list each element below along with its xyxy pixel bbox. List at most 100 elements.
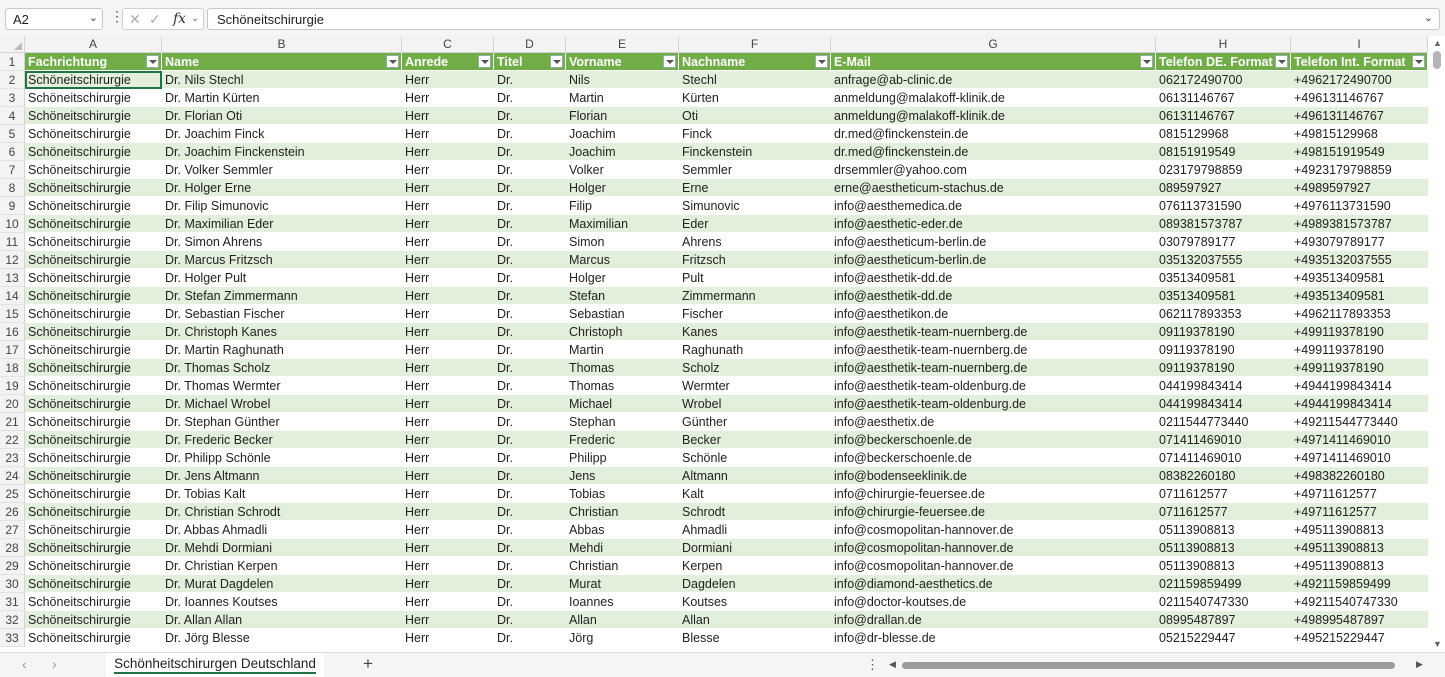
cell-name[interactable]: Dr. Christian Kerpen (162, 557, 402, 575)
cell-vorname[interactable]: Maximilian (566, 215, 679, 233)
cell-email[interactable]: info@cosmopolitan-hannover.de (831, 539, 1156, 557)
cell-fachrichtung[interactable]: Schöneitschirurgie (25, 395, 162, 413)
header-cell-titel[interactable]: Titel (494, 53, 566, 71)
cell-nachname[interactable]: Pult (679, 269, 831, 287)
cell-telefon-int[interactable]: +493079789177 (1291, 233, 1428, 251)
cell-telefon-de[interactable]: 044199843414 (1156, 377, 1291, 395)
cell-titel[interactable]: Dr. (494, 287, 566, 305)
cell-telefon-de[interactable]: 071411469010 (1156, 431, 1291, 449)
cell-email[interactable]: info@aestheticum-berlin.de (831, 251, 1156, 269)
cell-email[interactable]: info@aesthetik-dd.de (831, 287, 1156, 305)
cell-nachname[interactable]: Stechl (679, 71, 831, 89)
cell-telefon-de[interactable]: 0711612577 (1156, 485, 1291, 503)
scroll-right-icon[interactable]: ▶ (1416, 659, 1423, 670)
row-header[interactable]: 2 (0, 71, 25, 89)
function-icon[interactable]: fx (173, 11, 186, 27)
header-cell-nachname[interactable]: Nachname (679, 53, 831, 71)
cell-vorname[interactable]: Joachim (566, 143, 679, 161)
header-cell-anrede[interactable]: Anrede (402, 53, 494, 71)
cell-anrede[interactable]: Herr (402, 575, 494, 593)
cell-fachrichtung[interactable]: Schöneitschirurgie (25, 287, 162, 305)
cell-name[interactable]: Dr. Simon Ahrens (162, 233, 402, 251)
cell-titel[interactable]: Dr. (494, 341, 566, 359)
cell-vorname[interactable]: Jens (566, 467, 679, 485)
cell-telefon-de[interactable]: 06131146767 (1156, 107, 1291, 125)
vertical-scrollbar[interactable]: ▲ ▼ (1429, 36, 1445, 652)
cell-titel[interactable]: Dr. (494, 629, 566, 647)
row-header[interactable]: 1 (0, 53, 25, 71)
cell-email[interactable]: info@chirurgie-feuersee.de (831, 485, 1156, 503)
header-cell-name[interactable]: Name (162, 53, 402, 71)
cell-fachrichtung[interactable]: Schöneitschirurgie (25, 305, 162, 323)
cell-name[interactable]: Dr. Thomas Scholz (162, 359, 402, 377)
column-header-f[interactable]: F (679, 36, 831, 53)
cell-fachrichtung[interactable]: Schöneitschirurgie (25, 215, 162, 233)
cell-name[interactable]: Dr. Thomas Wermter (162, 377, 402, 395)
cell-titel[interactable]: Dr. (494, 125, 566, 143)
cell-vorname[interactable]: Filip (566, 197, 679, 215)
cell-name[interactable]: Dr. Christoph Kanes (162, 323, 402, 341)
select-all-corner[interactable] (0, 36, 25, 53)
cell-telefon-int[interactable]: +493513409581 (1291, 269, 1428, 287)
cell-anrede[interactable]: Herr (402, 89, 494, 107)
row-header[interactable]: 7 (0, 161, 25, 179)
cell-vorname[interactable]: Stefan (566, 287, 679, 305)
filter-dropdown-icon[interactable] (386, 55, 399, 68)
cell-telefon-de[interactable]: 076113731590 (1156, 197, 1291, 215)
scroll-left-icon[interactable]: ◀ (889, 659, 896, 670)
cell-nachname[interactable]: Ahmadli (679, 521, 831, 539)
filter-dropdown-icon[interactable] (1275, 55, 1288, 68)
cell-titel[interactable]: Dr. (494, 179, 566, 197)
cell-telefon-de[interactable]: 09119378190 (1156, 341, 1291, 359)
cell-fachrichtung[interactable]: Schöneitschirurgie (25, 197, 162, 215)
cell-anrede[interactable]: Herr (402, 503, 494, 521)
cell-titel[interactable]: Dr. (494, 197, 566, 215)
cell-nachname[interactable]: Fritzsch (679, 251, 831, 269)
cell-nachname[interactable]: Blesse (679, 629, 831, 647)
cell-telefon-int[interactable]: +4971411469010 (1291, 431, 1428, 449)
add-sheet-button[interactable]: + (363, 654, 373, 674)
cell-telefon-int[interactable]: +499119378190 (1291, 341, 1428, 359)
column-header-b[interactable]: B (162, 36, 402, 53)
header-cell-telefon-int[interactable]: Telefon Int. Format (1291, 53, 1428, 71)
cell-vorname[interactable]: Holger (566, 269, 679, 287)
cell-fachrichtung[interactable]: Schöneitschirurgie (25, 467, 162, 485)
cell-email[interactable]: info@chirurgie-feuersee.de (831, 503, 1156, 521)
filter-dropdown-icon[interactable] (146, 55, 159, 68)
row-header[interactable]: 19 (0, 377, 25, 395)
cell-anrede[interactable]: Herr (402, 269, 494, 287)
cell-name[interactable]: Dr. Filip Simunovic (162, 197, 402, 215)
cell-vorname[interactable]: Tobias (566, 485, 679, 503)
cell-name[interactable]: Dr. Sebastian Fischer (162, 305, 402, 323)
cell-telefon-de[interactable]: 05113908813 (1156, 539, 1291, 557)
cell-titel[interactable]: Dr. (494, 449, 566, 467)
cell-anrede[interactable]: Herr (402, 197, 494, 215)
cell-name[interactable]: Dr. Christian Schrodt (162, 503, 402, 521)
cell-nachname[interactable]: Dagdelen (679, 575, 831, 593)
cell-telefon-de[interactable]: 062172490700 (1156, 71, 1291, 89)
cell-anrede[interactable]: Herr (402, 107, 494, 125)
cell-email[interactable]: dr.med@finckenstein.de (831, 143, 1156, 161)
cell-vorname[interactable]: Mehdi (566, 539, 679, 557)
cell-telefon-de[interactable]: 0711612577 (1156, 503, 1291, 521)
cell-telefon-int[interactable]: +499119378190 (1291, 359, 1428, 377)
cell-telefon-int[interactable]: +495113908813 (1291, 521, 1428, 539)
cell-vorname[interactable]: Volker (566, 161, 679, 179)
cell-email[interactable]: info@aesthetik-dd.de (831, 269, 1156, 287)
cell-titel[interactable]: Dr. (494, 89, 566, 107)
cell-name[interactable]: Dr. Marcus Fritzsch (162, 251, 402, 269)
cell-vorname[interactable]: Thomas (566, 359, 679, 377)
cell-nachname[interactable]: Becker (679, 431, 831, 449)
cell-telefon-de[interactable]: 08151919549 (1156, 143, 1291, 161)
cell-titel[interactable]: Dr. (494, 359, 566, 377)
vertical-scroll-thumb[interactable] (1433, 51, 1441, 69)
cell-name[interactable]: Dr. Nils Stechl (162, 71, 402, 89)
cell-anrede[interactable]: Herr (402, 251, 494, 269)
cell-name[interactable]: Dr. Stephan Günther (162, 413, 402, 431)
cell-fachrichtung[interactable]: Schöneitschirurgie (25, 161, 162, 179)
cell-telefon-int[interactable]: +499119378190 (1291, 323, 1428, 341)
cell-telefon-int[interactable]: +49711612577 (1291, 503, 1428, 521)
cell-vorname[interactable]: Christian (566, 557, 679, 575)
cell-titel[interactable]: Dr. (494, 521, 566, 539)
cell-email[interactable]: info@dr-blesse.de (831, 629, 1156, 647)
